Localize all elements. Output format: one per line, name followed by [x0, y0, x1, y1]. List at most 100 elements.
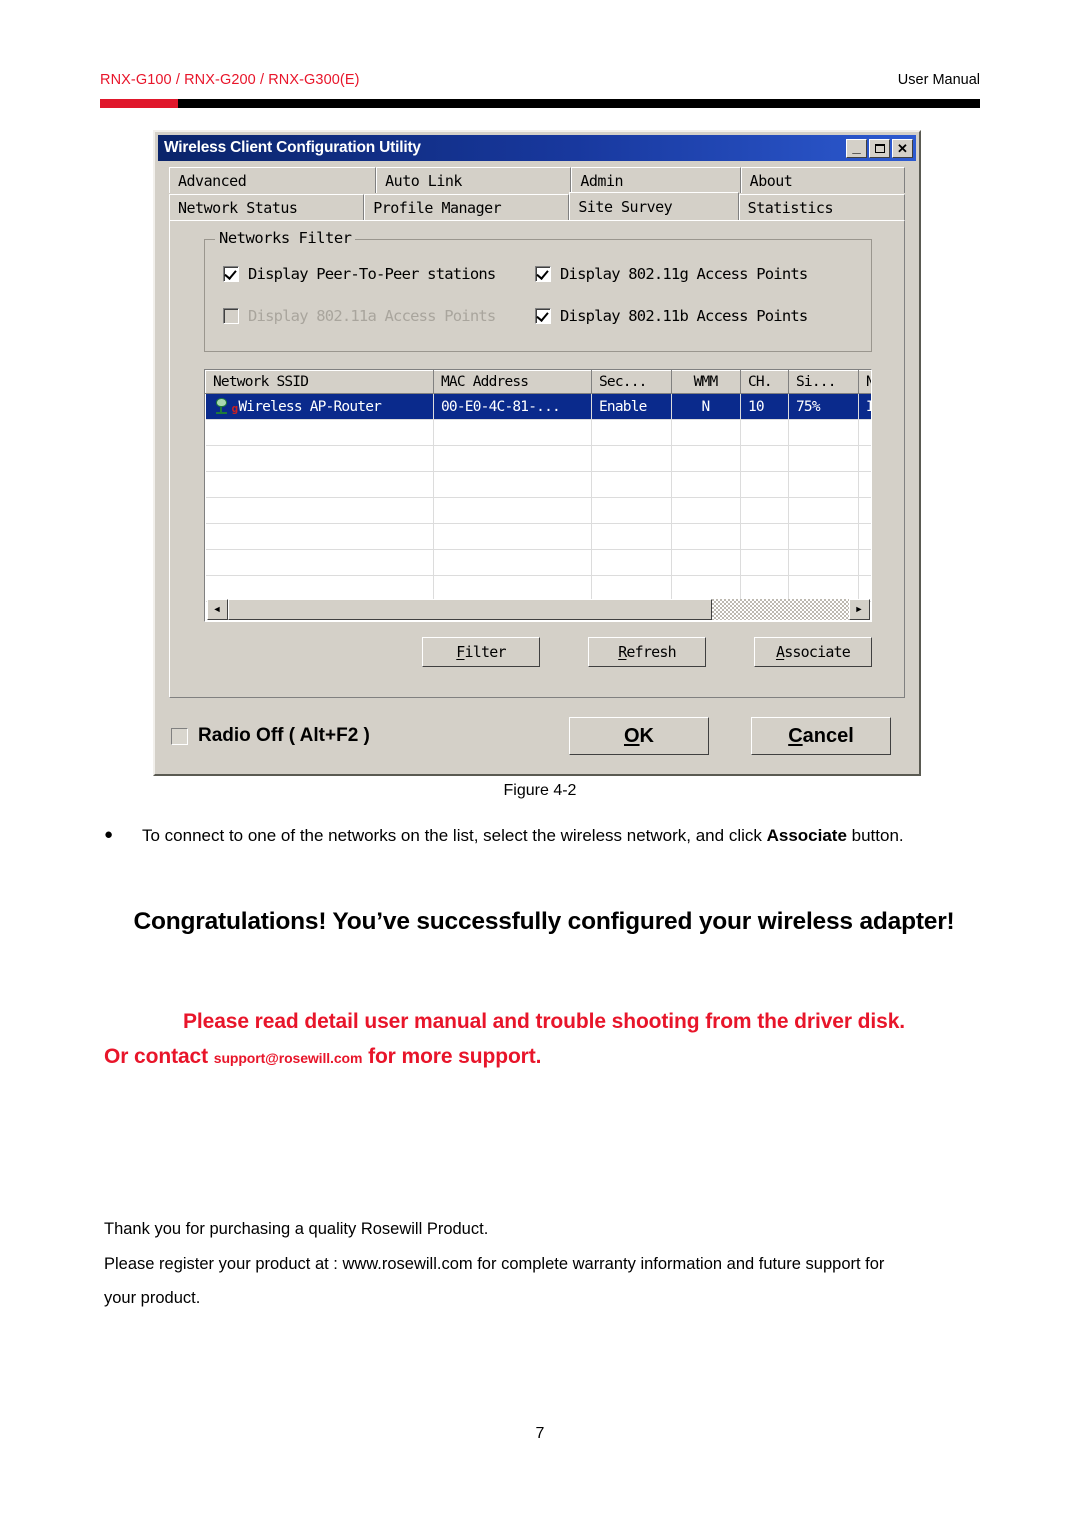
tab-advanced[interactable]: Advanced	[169, 167, 377, 193]
cell-wmm: N	[671, 393, 741, 420]
checkbox-80211b[interactable]	[535, 308, 551, 324]
filter-80211a: Display 802.11a Access Points	[223, 307, 496, 325]
bullet-item: ● To connect to one of the networks on t…	[104, 824, 984, 849]
checkbox-peer-to-peer[interactable]	[223, 266, 239, 282]
tab-auto-link-label: Auto Link	[385, 171, 462, 190]
cell-ssid-label: Wireless AP-Router	[238, 398, 382, 415]
bullet-text: To connect to one of the networks on the…	[142, 824, 984, 849]
cell-mac: 00-E0-4C-81-...	[433, 393, 592, 420]
table-row[interactable]	[205, 471, 871, 498]
associate-button-label-rest: ssociate	[784, 643, 851, 661]
scrollbar-thumb[interactable]	[227, 598, 712, 620]
table-row[interactable]	[205, 497, 871, 524]
support-notice: Please read detail user manual and troub…	[104, 1010, 984, 1069]
thank-you-line-3: your product.	[104, 1289, 201, 1308]
congratulations-heading: Congratulations! You’ve successfully con…	[133, 908, 955, 935]
tab-strip: Advanced Auto Link Admin About Network S…	[169, 166, 905, 220]
minimize-button[interactable]: _	[846, 138, 867, 158]
tab-advanced-label: Advanced	[178, 171, 247, 190]
column-header-security[interactable]: Sec...	[591, 370, 672, 394]
maximize-icon	[870, 140, 889, 157]
scroll-left-arrow-icon[interactable]: ◄	[206, 598, 228, 620]
tab-site-survey-label: Site Survey	[578, 197, 673, 216]
filter-button[interactable]: Filter	[422, 637, 540, 667]
bullet-text-bold: Associate	[766, 826, 847, 845]
cell-network-type: In	[858, 393, 871, 420]
tab-site-survey[interactable]: Site Survey	[569, 192, 739, 220]
dialog-footer: Radio Off ( Alt+F2 ) OK Cancel	[171, 708, 903, 764]
tab-network-status[interactable]: Network Status	[169, 194, 365, 220]
cancel-button[interactable]: Cancel	[751, 717, 891, 755]
column-header-network-type[interactable]: Ne	[858, 370, 871, 394]
access-point-icon	[213, 398, 230, 415]
tab-row-1: Advanced Auto Link Admin About	[169, 166, 905, 193]
support-notice-line-1: Please read detail user manual and troub…	[182, 1010, 906, 1033]
window-controls: _ ✕	[846, 138, 916, 158]
associate-button[interactable]: Associate	[754, 637, 872, 667]
radio-off-control[interactable]: Radio Off ( Alt+F2 )	[171, 725, 370, 747]
support-notice-pre: Or contact	[104, 1045, 214, 1068]
column-header-mac[interactable]: MAC Address	[433, 370, 592, 394]
tab-profile-manager-label: Profile Manager	[373, 198, 502, 217]
table-row[interactable]	[205, 549, 871, 576]
column-header-signal[interactable]: Si...	[788, 370, 859, 394]
filter-peer-to-peer[interactable]: Display Peer-To-Peer stations	[223, 265, 496, 283]
checkbox-80211g-label: Display 802.11g Access Points	[560, 265, 808, 283]
support-email[interactable]: support@rosewill.com	[214, 1050, 363, 1066]
access-point-band-badge: g	[231, 402, 239, 415]
close-button[interactable]: ✕	[892, 138, 913, 158]
tab-network-status-label: Network Status	[178, 198, 298, 217]
tab-profile-manager[interactable]: Profile Manager	[364, 194, 570, 220]
header-models: RNX-G100 / RNX-G200 / RNX-G300(E)	[100, 72, 360, 88]
tab-about-label: About	[749, 171, 793, 190]
checkbox-80211b-label: Display 802.11b Access Points	[560, 307, 808, 325]
close-icon: ✕	[897, 140, 908, 156]
dialog-titlebar[interactable]: Wireless Client Configuration Utility _ …	[158, 135, 916, 161]
page-number: 7	[535, 1425, 545, 1442]
refresh-button[interactable]: Refresh	[588, 637, 706, 667]
filter-80211g[interactable]: Display 802.11g Access Points	[535, 265, 808, 283]
checkbox-80211g[interactable]	[535, 266, 551, 282]
support-notice-post: for more support.	[362, 1045, 542, 1068]
tab-auto-link[interactable]: Auto Link	[376, 167, 572, 193]
tab-statistics-label: Statistics	[747, 198, 834, 217]
ok-button-label-rest: K	[639, 724, 654, 747]
dialog-title: Wireless Client Configuration Utility	[164, 139, 421, 156]
support-notice-line-2: Or contact support@rosewill.com for more…	[104, 1045, 984, 1069]
network-list[interactable]: Network SSID MAC Address Sec... WMM CH. …	[204, 369, 872, 622]
scrollbar-track[interactable]	[227, 598, 849, 620]
bullet-text-pre: To connect to one of the networks on the…	[142, 826, 767, 845]
refresh-button-label-rest: efresh	[626, 643, 676, 661]
horizontal-scrollbar[interactable]: ◄ ►	[206, 598, 870, 620]
filter-80211b[interactable]: Display 802.11b Access Points	[535, 307, 808, 325]
table-row[interactable]: g Wireless AP-Router 00-E0-4C-81-... Ena…	[205, 393, 871, 420]
network-table: Network SSID MAC Address Sec... WMM CH. …	[205, 370, 871, 602]
header-rule	[100, 99, 980, 108]
checkbox-radio-off[interactable]	[171, 727, 188, 745]
column-header-wmm[interactable]: WMM	[671, 370, 741, 394]
site-survey-panel: Networks Filter Display Peer-To-Peer sta…	[169, 220, 905, 698]
tab-about[interactable]: About	[740, 167, 905, 193]
bullet-marker-icon: ●	[104, 826, 114, 843]
minimize-icon: _	[852, 138, 861, 156]
header-doc-type: User Manual	[897, 72, 980, 88]
table-header-row: Network SSID MAC Address Sec... WMM CH. …	[205, 370, 871, 394]
tab-admin[interactable]: Admin	[571, 167, 741, 193]
wireless-client-configuration-dialog: Wireless Client Configuration Utility _ …	[153, 130, 921, 776]
table-row[interactable]	[205, 523, 871, 550]
table-row[interactable]	[205, 419, 871, 446]
column-header-channel[interactable]: CH.	[740, 370, 789, 394]
tab-row-2: Network Status Profile Manager Site Surv…	[169, 192, 905, 220]
column-header-ssid[interactable]: Network SSID	[205, 370, 434, 394]
cell-security: Enable	[591, 393, 672, 420]
maximize-button[interactable]	[869, 138, 890, 158]
header-rule-accent	[100, 99, 178, 108]
tab-statistics[interactable]: Statistics	[738, 194, 905, 220]
checkbox-80211a-label: Display 802.11a Access Points	[248, 307, 496, 325]
table-row[interactable]	[205, 445, 871, 472]
ok-button[interactable]: OK	[569, 717, 709, 755]
action-button-group: Filter Refresh Associate	[422, 637, 872, 667]
scroll-right-arrow-icon[interactable]: ►	[848, 598, 870, 620]
page-header: RNX-G100 / RNX-G200 / RNX-G300(E) User M…	[100, 72, 980, 96]
dialog-button-group: OK Cancel	[569, 717, 903, 755]
